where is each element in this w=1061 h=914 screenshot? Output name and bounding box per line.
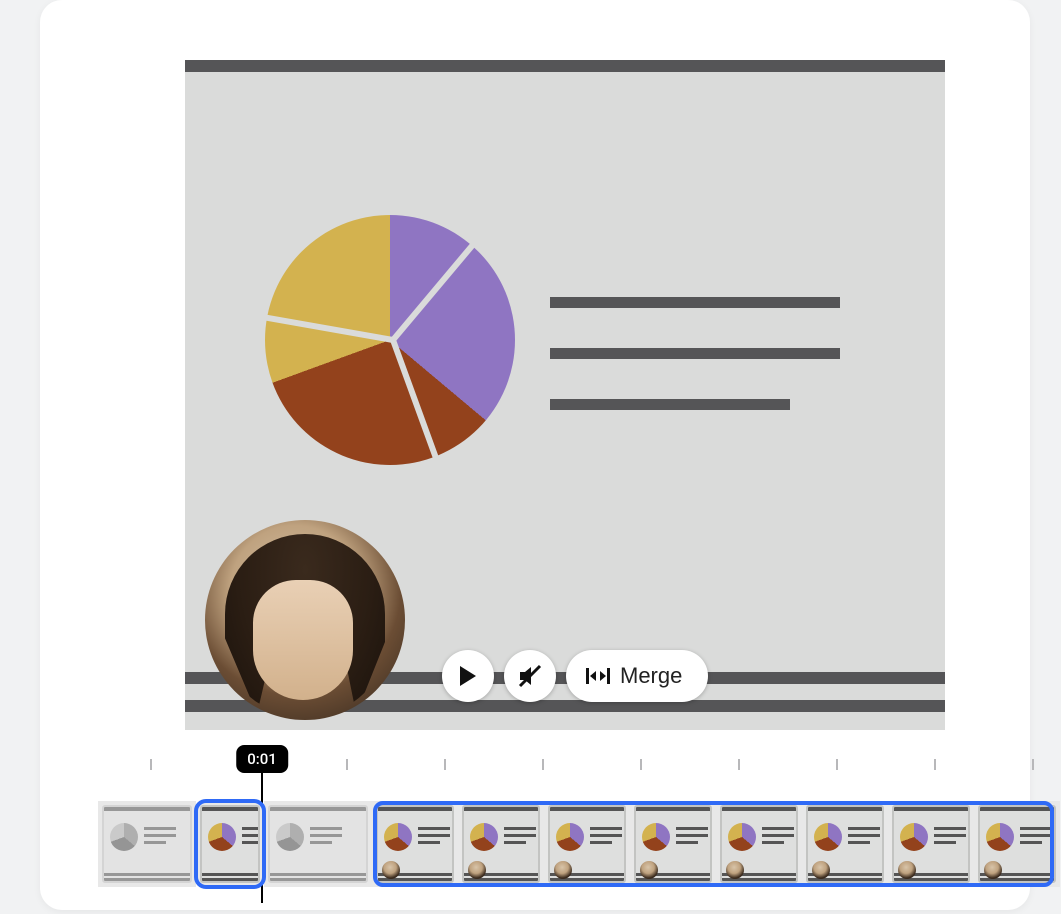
timeline-clip[interactable] bbox=[802, 801, 888, 887]
timeline-clip[interactable] bbox=[372, 801, 458, 887]
timeline-clip[interactable] bbox=[888, 801, 974, 887]
mute-button[interactable] bbox=[504, 650, 556, 702]
timeline-clip[interactable] bbox=[458, 801, 544, 887]
timeline-clip[interactable] bbox=[98, 801, 196, 887]
slide-text-line bbox=[550, 297, 840, 308]
ruler-tick bbox=[934, 759, 936, 770]
playback-controls: Merge bbox=[442, 650, 708, 702]
play-button[interactable] bbox=[442, 650, 494, 702]
ruler-tick bbox=[542, 759, 544, 770]
ruler-tick bbox=[836, 759, 838, 770]
slide-text-line bbox=[550, 348, 840, 359]
merge-icon bbox=[586, 667, 610, 685]
ruler-tick bbox=[1032, 759, 1034, 770]
timeline[interactable]: 0:01 bbox=[40, 745, 1030, 905]
timeline-clip[interactable] bbox=[974, 801, 1060, 887]
video-preview[interactable] bbox=[185, 60, 945, 730]
editor-card: Merge 0:01 bbox=[40, 0, 1030, 910]
slide-top-bar bbox=[185, 60, 945, 72]
timeline-clip[interactable] bbox=[264, 801, 372, 887]
ruler-tick bbox=[346, 759, 348, 770]
ruler-tick bbox=[150, 759, 152, 770]
playhead-time-text: 0:01 bbox=[247, 750, 277, 768]
ruler-tick bbox=[444, 759, 446, 770]
slide-text-line bbox=[550, 399, 790, 410]
app-root: Merge 0:01 bbox=[0, 0, 1061, 914]
play-icon bbox=[458, 665, 478, 687]
timeline-clip[interactable] bbox=[544, 801, 630, 887]
timeline-clip[interactable] bbox=[630, 801, 716, 887]
ruler-tick bbox=[738, 759, 740, 770]
merge-button[interactable]: Merge bbox=[566, 650, 708, 702]
timeline-clip[interactable] bbox=[716, 801, 802, 887]
timeline-clip[interactable] bbox=[196, 801, 264, 887]
ruler-tick bbox=[640, 759, 642, 770]
mute-icon bbox=[517, 663, 543, 689]
playhead-time-badge[interactable]: 0:01 bbox=[236, 745, 288, 773]
merge-button-label: Merge bbox=[620, 663, 682, 689]
presenter-avatar bbox=[205, 520, 405, 720]
clip-strip[interactable] bbox=[40, 801, 1061, 887]
pie-chart bbox=[265, 215, 515, 465]
